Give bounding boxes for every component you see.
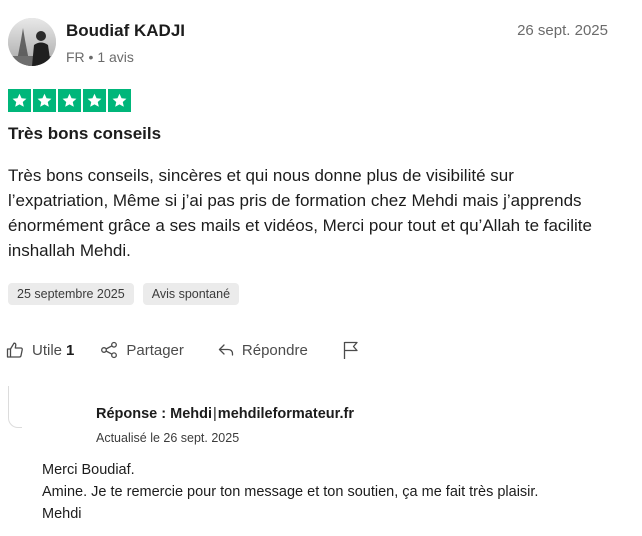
reply-title: Réponse : Mehdi bbox=[96, 406, 213, 422]
review-actions: Utile 1 Partager Répondre bbox=[6, 338, 360, 362]
share-icon bbox=[100, 341, 118, 359]
report-button[interactable] bbox=[342, 340, 360, 360]
star-icon bbox=[58, 89, 81, 112]
thumbs-up-icon bbox=[6, 341, 24, 359]
experience-date-tag: 25 septembre 2025 bbox=[8, 283, 134, 305]
author-name[interactable]: Boudiaf KADJI bbox=[66, 21, 185, 41]
star-icon bbox=[8, 89, 31, 112]
share-label: Partager bbox=[126, 341, 184, 359]
review-title: Très bons conseils bbox=[8, 124, 162, 143]
useful-button[interactable]: Utile 1 bbox=[6, 341, 74, 359]
reply-company[interactable]: mehdileformateur.fr bbox=[218, 406, 354, 422]
reply-line: Mehdi bbox=[42, 506, 82, 522]
reply-updated-date: Actualisé le 26 sept. 2025 bbox=[96, 431, 240, 445]
review-body: Très bons conseils, sincères et qui nous… bbox=[8, 166, 592, 260]
reply-header: Réponse : Mehdi|mehdileformateur.fr bbox=[96, 406, 354, 422]
reply-arrow-icon bbox=[218, 342, 234, 358]
reply-body: Merci Boudiaf. Amine. Je te remercie pou… bbox=[42, 459, 622, 525]
share-button[interactable]: Partager bbox=[100, 341, 184, 359]
reply-connector bbox=[8, 386, 22, 428]
avatar[interactable] bbox=[8, 18, 56, 66]
reply-line: Merci Boudiaf. bbox=[42, 462, 135, 478]
flag-icon bbox=[342, 340, 360, 360]
reply-separator: | bbox=[213, 406, 217, 422]
star-icon bbox=[33, 89, 56, 112]
spontaneous-review-tag: Avis spontané bbox=[142, 283, 240, 305]
reply-button[interactable]: Répondre bbox=[218, 342, 308, 359]
star-icon bbox=[83, 89, 106, 112]
star-icon bbox=[108, 89, 131, 112]
author-meta: FR • 1 avis bbox=[66, 49, 134, 65]
review-date: 26 sept. 2025 bbox=[517, 22, 608, 39]
review-tags: 25 septembre 2025 Avis spontané bbox=[8, 283, 240, 305]
useful-count: 1 bbox=[66, 341, 75, 359]
useful-label: Utile bbox=[32, 341, 63, 359]
reply-label: Répondre bbox=[241, 341, 308, 359]
reply-line: Amine. Je te remercie pour ton message e… bbox=[42, 484, 539, 500]
review-header: Boudiaf KADJI FR • 1 avis 26 sept. 2025 bbox=[8, 18, 608, 72]
star-rating bbox=[8, 89, 131, 112]
